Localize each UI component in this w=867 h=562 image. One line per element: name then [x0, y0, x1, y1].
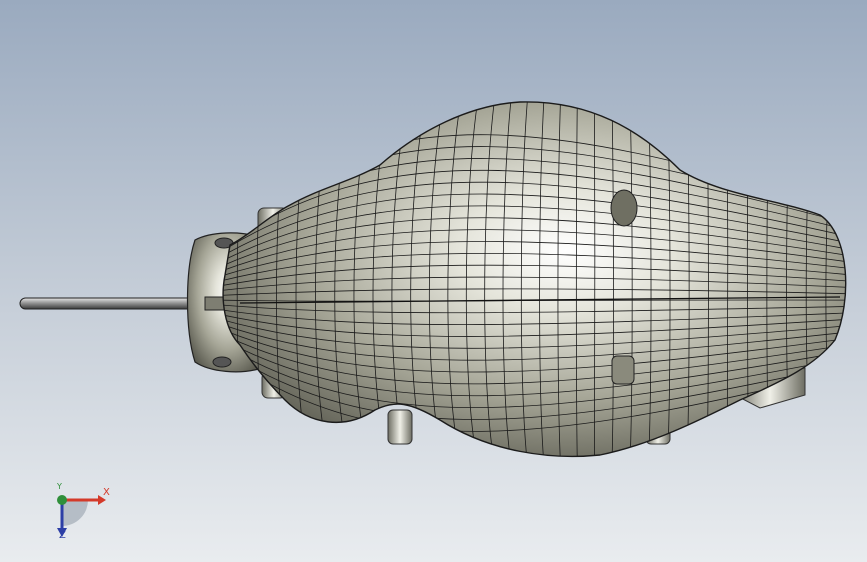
- y-axis-label: Y: [57, 482, 62, 491]
- x-axis-label: X: [103, 487, 110, 498]
- orientation-triad[interactable]: X Y Z: [40, 478, 120, 548]
- graphics-viewport[interactable]: X Y Z: [0, 0, 867, 562]
- y-axis-dot: [57, 495, 67, 505]
- model-view[interactable]: [0, 0, 867, 562]
- shell-body: [222, 101, 847, 458]
- z-axis-label: Z: [59, 530, 66, 541]
